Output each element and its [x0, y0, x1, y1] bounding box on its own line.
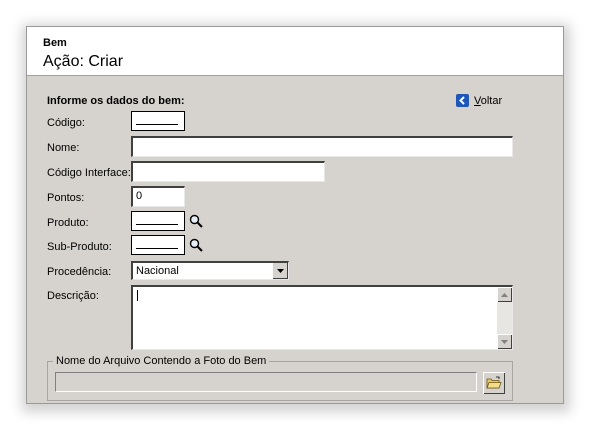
browse-button[interactable] — [483, 372, 505, 394]
section-title: Informe os dados do bem: — [47, 95, 185, 107]
scroll-down-icon[interactable] — [497, 334, 512, 349]
codigo-interface-label: Código Interface: — [47, 167, 131, 179]
foto-filename-input[interactable] — [55, 372, 477, 392]
input-underline — [136, 248, 178, 249]
input-underline — [136, 224, 178, 225]
produto-label: Produto: — [47, 217, 89, 229]
descricao-label: Descrição: — [47, 290, 99, 302]
subproduto-search-icon[interactable] — [189, 238, 203, 252]
page-title: Ação: Criar — [43, 53, 124, 70]
text-caret — [137, 290, 138, 301]
scroll-up-icon[interactable] — [497, 287, 512, 302]
nome-label: Nome: — [47, 142, 80, 154]
nome-input[interactable] — [131, 136, 513, 157]
subproduto-label: Sub-Produto: — [47, 241, 112, 253]
back-link[interactable]: Voltar — [456, 94, 502, 107]
codigo-interface-input[interactable] — [131, 161, 325, 182]
procedencia-label: Procedência: — [47, 266, 112, 278]
descricao-textarea[interactable] — [131, 285, 513, 350]
pontos-label: Pontos: — [47, 192, 85, 204]
page-header: Bem Ação: Criar — [27, 27, 563, 76]
descricao-scrollbar[interactable] — [497, 287, 512, 349]
produto-search-icon[interactable] — [189, 214, 203, 228]
procedencia-select[interactable]: Nacional — [131, 261, 289, 280]
open-folder-icon — [486, 376, 502, 389]
input-underline — [136, 124, 178, 125]
pontos-input[interactable]: 0 — [131, 186, 185, 207]
chevron-left-icon — [456, 94, 469, 107]
form-window: Bem Ação: Criar Informe os dados do bem:… — [26, 26, 564, 404]
codigo-input[interactable] — [131, 111, 185, 131]
procedencia-value: Nacional — [136, 265, 179, 277]
foto-legend: Nome do Arquivo Contendo a Foto do Bem — [53, 355, 270, 367]
subproduto-input[interactable] — [131, 235, 185, 255]
produto-input[interactable] — [131, 211, 185, 231]
triangle-down-icon[interactable] — [272, 263, 288, 279]
back-label: Voltar — [474, 94, 503, 107]
page-subtitle: Bem — [43, 37, 67, 49]
pontos-value: 0 — [136, 190, 143, 202]
codigo-label: Código: — [47, 117, 85, 129]
